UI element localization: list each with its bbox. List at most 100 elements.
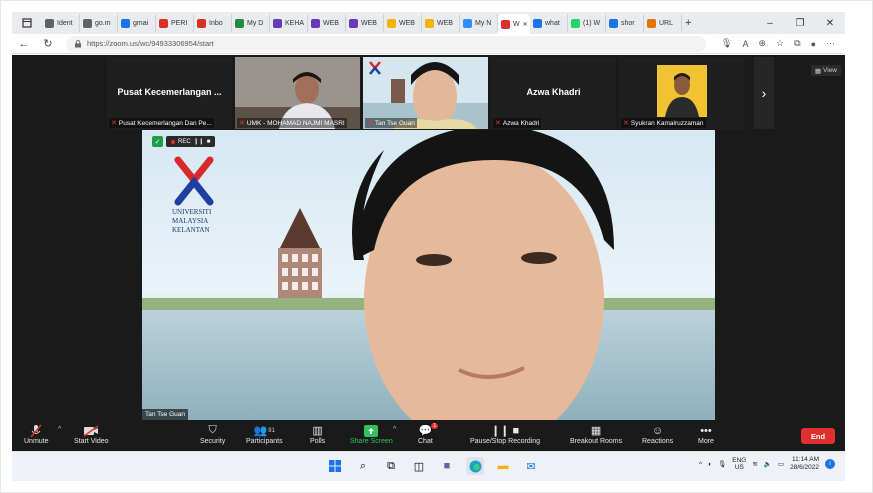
thumbnail-tile[interactable]: ✕ Syukran Kamalruzzaman [619, 57, 744, 129]
logo-line: UNIVERSITI [172, 208, 212, 216]
speaker-person [352, 130, 614, 420]
pause-icon[interactable]: ❙❙ [194, 138, 204, 145]
browser-tab[interactable]: go.m [80, 14, 118, 32]
battery-icon[interactable]: ▭ [778, 460, 784, 468]
browser-tab[interactable]: Ident [42, 14, 80, 32]
lang-region: US [734, 464, 744, 471]
thumbnail-tile[interactable]: Azwa Khadri ✕ Azwa Khadri [491, 57, 616, 129]
restore-icon[interactable]: ❐ [785, 12, 815, 34]
participant-caption: ✕ Pusat Kecemerlangan Dan Pe... [109, 118, 214, 128]
participants-button[interactable]: 👥 81 Participants [246, 423, 283, 445]
browser-tab[interactable]: My D [232, 14, 270, 32]
browser-tab[interactable]: WEB [308, 14, 346, 32]
security-label: Security [200, 438, 226, 445]
back-icon[interactable]: ← [12, 34, 36, 54]
thumbnail-tile[interactable]: ✕ UMK - MOHAMAD NAJMI MASRI [235, 57, 360, 129]
minimize-icon[interactable]: – [755, 12, 785, 34]
tab-actions-button[interactable] [12, 12, 42, 34]
encryption-shield-icon: ✓ [152, 136, 163, 147]
profile-avatar[interactable]: ● [811, 39, 816, 49]
end-meeting-button[interactable]: End [801, 428, 835, 444]
wifi-icon[interactable]: ≋ [752, 460, 757, 468]
more-button[interactable]: ••• More [698, 423, 714, 446]
tab-label: PERI [171, 19, 188, 27]
read-aloud-icon[interactable]: A [742, 39, 748, 49]
reactions-icon: ☺ [651, 424, 664, 437]
chat-button[interactable]: 💬 1 Chat [418, 423, 439, 445]
show-hidden-icons-icon[interactable]: ^ [699, 461, 702, 468]
browser-tab[interactable]: WEB [384, 14, 422, 32]
file-explorer-icon[interactable]: ▬ [494, 457, 512, 475]
polls-button[interactable]: ▥ Polls [310, 423, 325, 445]
slides-icon [425, 18, 434, 28]
tab-label: what [545, 19, 560, 27]
browser-tab[interactable]: KEHA [270, 14, 308, 32]
chat-app-icon[interactable]: ■ [438, 457, 456, 475]
stop-icon[interactable]: ■ [207, 139, 211, 145]
url-icon [647, 18, 656, 28]
refresh-icon[interactable]: ↻ [36, 34, 60, 54]
rec-badge[interactable]: REC ❙❙ ■ [166, 136, 216, 147]
favorites-icon[interactable]: ☆ [776, 38, 784, 49]
mic-off-icon [30, 423, 42, 438]
thumbnail-tile[interactable]: Pusat Kecemerlangan ... ✕ Pusat Kecemerla… [107, 57, 232, 129]
view-label: View [823, 67, 837, 74]
unmute-button[interactable]: Unmute [24, 423, 49, 445]
mic-muted-icon: ✕ [495, 120, 501, 127]
browser-tab[interactable]: PERI [156, 14, 194, 32]
reactions-button[interactable]: ☺ Reactions [642, 423, 673, 446]
browser-navbar: ← ↻ https://zoom.us/wc/94933306954/start… [12, 34, 845, 54]
edge-browser-icon[interactable] [466, 457, 484, 475]
widgets-icon[interactable]: ◫ [410, 457, 428, 475]
lang-code: ENG [732, 457, 747, 464]
share-screen-button[interactable]: Share Screen [350, 423, 393, 445]
browser-tab[interactable]: Inbo [194, 14, 232, 32]
notification-icon[interactable]: i [825, 459, 835, 469]
language-indicator[interactable]: ENG US [732, 457, 746, 471]
browser-tab[interactable]: what [530, 14, 568, 32]
browser-tab[interactable]: W ✕ [498, 14, 530, 34]
address-bar[interactable]: https://zoom.us/wc/94933306954/start [66, 35, 706, 52]
app-available-icon[interactable]: ⊕ [759, 38, 767, 49]
view-button[interactable]: ▦ View [810, 65, 841, 76]
participant-name: Pusat Kecemerlangan ... [117, 87, 222, 97]
security-button[interactable]: ⛉ Security [200, 423, 225, 445]
search-icon[interactable]: ⌕ [354, 457, 372, 475]
volume-icon[interactable]: 🔈 [764, 460, 772, 468]
microphone-icon[interactable]: 🎙 [721, 38, 732, 49]
university-name: UNIVERSITI MALAYSIA KELANTAN [172, 208, 211, 235]
browser-tab[interactable]: WEB [422, 14, 460, 32]
browser-tab[interactable]: (1) W [568, 14, 606, 32]
audio-options-caret-icon[interactable]: ^ [58, 426, 61, 433]
share-screen-icon [364, 423, 379, 438]
collections-icon[interactable]: ⧉ [794, 38, 800, 49]
mail-icon[interactable]: ✉ [522, 457, 540, 475]
forms-icon [273, 18, 282, 28]
close-icon[interactable]: ✕ [815, 12, 845, 34]
browser-tab[interactable]: My N [460, 14, 498, 32]
browser-tab[interactable]: URL [644, 14, 682, 32]
zoom-tray-icon[interactable]: ◐ [708, 461, 712, 468]
browser-tab[interactable]: gmai [118, 14, 156, 32]
university-logo [172, 156, 216, 211]
task-view-icon[interactable]: ⧉ [382, 457, 400, 475]
browser-tab[interactable]: shor [606, 14, 644, 32]
document-icon [45, 18, 54, 28]
next-page-icon[interactable]: › [754, 57, 774, 129]
pause-stop-recording-button[interactable]: ❙❙ ■ Pause/Stop Recording [470, 423, 540, 445]
settings-menu-icon[interactable]: ⋯ [826, 38, 835, 49]
start-video-button[interactable]: Start Video [74, 423, 109, 445]
microphone-tray-icon[interactable]: 🎙 [718, 460, 726, 468]
new-tab-button[interactable]: + [682, 14, 694, 32]
breakout-rooms-button[interactable]: ▦ Breakout Rooms [570, 423, 622, 445]
thumbnail-tile[interactable]: ✕ Tan Tse Guan [363, 57, 488, 129]
participants-icon: 👥 81 [253, 425, 275, 437]
share-options-caret-icon[interactable]: ^ [393, 426, 396, 433]
browser-tab[interactable]: WEB [346, 14, 384, 32]
start-button[interactable] [326, 457, 344, 475]
mic-muted-icon: ✕ [239, 120, 245, 127]
close-tab-icon[interactable]: ✕ [523, 21, 528, 28]
clock-date: 28/6/2022 [790, 464, 819, 471]
clock[interactable]: 11:14 AM 28/6/2022 [790, 456, 819, 472]
breakout-rooms-icon: ▦ [590, 425, 602, 437]
